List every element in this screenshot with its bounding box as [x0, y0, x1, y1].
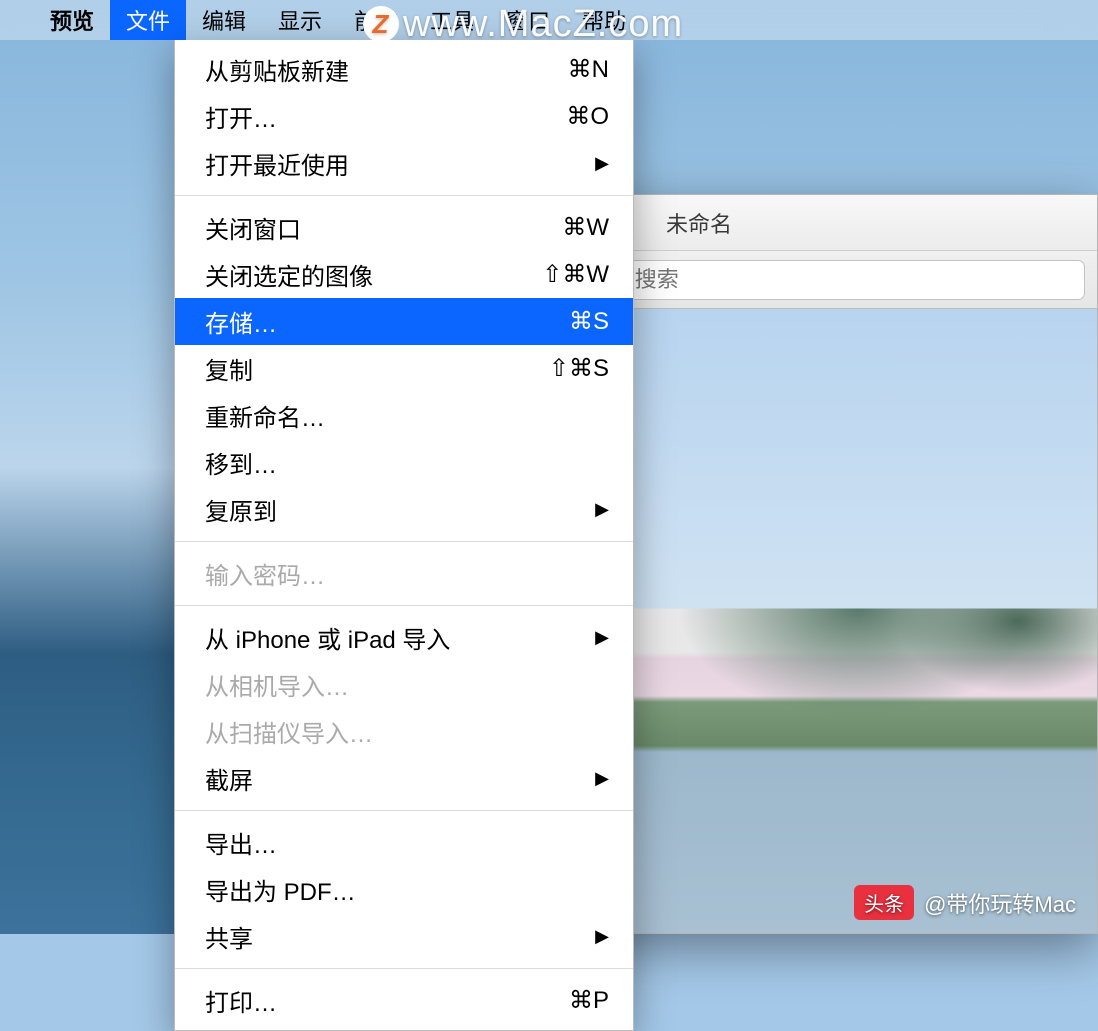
menu-item[interactable]: 重新命名…	[175, 392, 633, 439]
menu-item-label: 从 iPhone 或 iPad 导入	[205, 620, 595, 655]
menu-item-shortcut: ⌘P	[569, 986, 609, 1015]
menu-item-label: 移到…	[205, 445, 609, 480]
menu-item-shortcut: ⌘W	[562, 213, 609, 242]
menu-item[interactable]: 导出…	[175, 819, 633, 866]
toutiao-badge: 头条	[854, 885, 914, 920]
menu-item[interactable]: 导出为 PDF…	[175, 866, 633, 913]
menu-item[interactable]: 共享▶	[175, 913, 633, 960]
menu-item-label: 复制	[205, 351, 549, 386]
menu-file[interactable]: 文件	[110, 0, 186, 40]
menu-item-label: 打开最近使用	[205, 146, 595, 181]
menu-item: 从扫描仪导入…	[175, 708, 633, 755]
menu-separator	[175, 605, 633, 606]
credit-text: @带你玩转Mac	[924, 887, 1076, 919]
menu-item-label: 从扫描仪导入…	[205, 714, 609, 749]
menu-item-shortcut: ⌘S	[569, 307, 609, 336]
submenu-arrow-icon: ▶	[595, 768, 609, 789]
menu-separator	[175, 195, 633, 196]
menu-item[interactable]: 关闭选定的图像⇧⌘W	[175, 251, 633, 298]
submenu-arrow-icon: ▶	[595, 627, 609, 648]
credit-overlay: 头条 @带你玩转Mac	[854, 885, 1076, 920]
menu-item[interactable]: 移到…	[175, 439, 633, 486]
menu-item-label: 复原到	[205, 492, 595, 527]
menu-item-label: 从相机导入…	[205, 667, 609, 702]
menu-item-shortcut: ⌘O	[566, 102, 609, 131]
menu-item-label: 输入密码…	[205, 556, 609, 591]
submenu-arrow-icon: ▶	[595, 926, 609, 947]
file-menu-dropdown: 从剪贴板新建⌘N打开…⌘O打开最近使用▶关闭窗口⌘W关闭选定的图像⇧⌘W存储…⌘…	[174, 40, 634, 1031]
search-input[interactable]	[635, 267, 1070, 293]
menu-item[interactable]: 打印…⌘P	[175, 977, 633, 1024]
menu-separator	[175, 968, 633, 969]
menu-view[interactable]: 显示	[262, 0, 338, 40]
menu-item-shortcut: ⇧⌘S	[549, 354, 609, 383]
menu-item-label: 共享	[205, 919, 595, 954]
window-title: 未命名	[666, 207, 732, 239]
macz-logo-icon: Z	[363, 6, 399, 42]
menu-item[interactable]: 截屏▶	[175, 755, 633, 802]
menu-item[interactable]: 复原到▶	[175, 486, 633, 533]
menu-item-label: 打开…	[205, 99, 566, 134]
menu-item-label: 关闭窗口	[205, 210, 562, 245]
menu-item[interactable]: 存储…⌘S	[175, 298, 633, 345]
app-menu[interactable]: 预览	[34, 0, 110, 40]
search-field[interactable]	[590, 260, 1085, 300]
menu-item-label: 存储…	[205, 304, 569, 339]
menu-item-label: 导出…	[205, 825, 609, 860]
menu-item[interactable]: 复制⇧⌘S	[175, 345, 633, 392]
submenu-arrow-icon: ▶	[595, 499, 609, 520]
menu-item-label: 打印…	[205, 983, 569, 1018]
watermark-text: Z www.MacZ.com	[363, 0, 683, 48]
menu-item[interactable]: 打开最近使用▶	[175, 140, 633, 187]
submenu-arrow-icon: ▶	[595, 153, 609, 174]
menu-edit[interactable]: 编辑	[186, 0, 262, 40]
menu-item-shortcut: ⌘N	[568, 55, 609, 84]
menu-separator	[175, 541, 633, 542]
menu-item[interactable]: 打开…⌘O	[175, 93, 633, 140]
menu-item: 从相机导入…	[175, 661, 633, 708]
menu-item: 输入密码…	[175, 550, 633, 597]
menu-separator	[175, 810, 633, 811]
menu-item-label: 导出为 PDF…	[205, 872, 609, 907]
menu-item[interactable]: 从剪贴板新建⌘N	[175, 46, 633, 93]
menu-item[interactable]: 关闭窗口⌘W	[175, 204, 633, 251]
menu-item[interactable]: 从 iPhone 或 iPad 导入▶	[175, 614, 633, 661]
menu-item-label: 从剪贴板新建	[205, 52, 568, 87]
menu-item-label: 关闭选定的图像	[205, 257, 542, 292]
menu-item-label: 截屏	[205, 761, 595, 796]
watermark-url: www.MacZ.com	[403, 3, 683, 46]
menu-item-label: 重新命名…	[205, 398, 609, 433]
menu-item-shortcut: ⇧⌘W	[542, 260, 609, 289]
